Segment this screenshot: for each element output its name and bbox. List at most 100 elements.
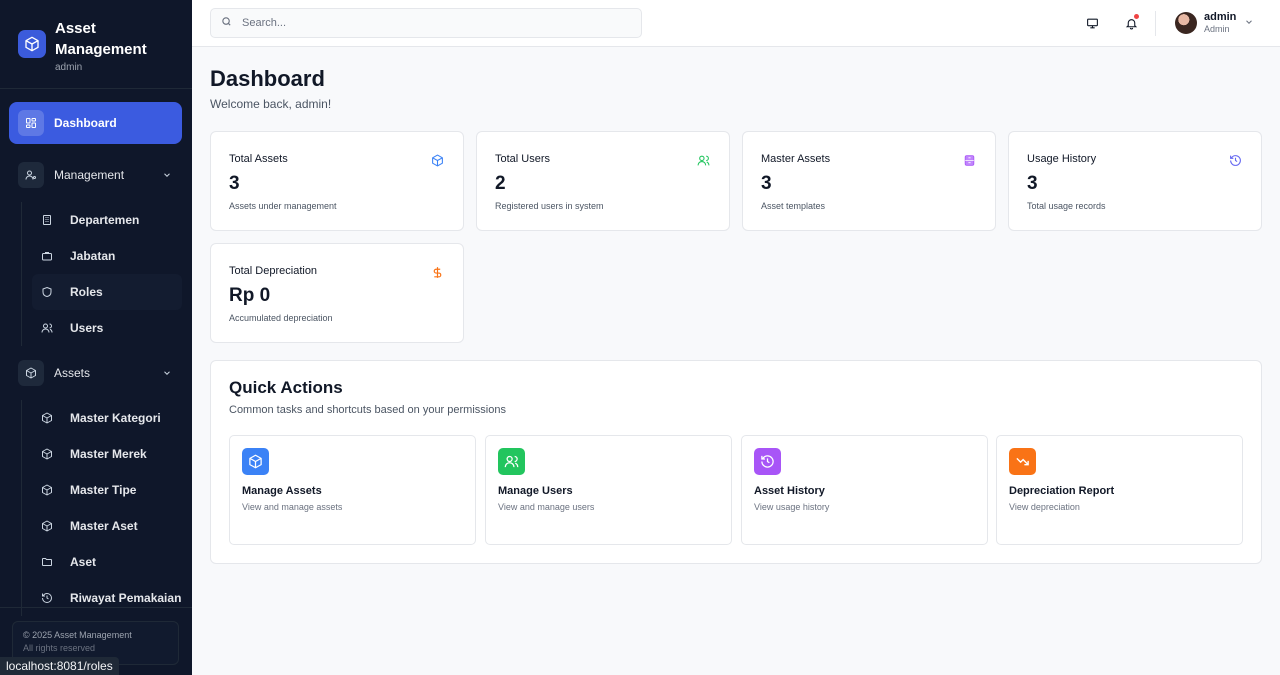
stat-value: 3 — [1027, 173, 1038, 194]
sidebar-item-dashboard[interactable]: Dashboard — [9, 102, 182, 144]
stat-label: Total Depreciation — [229, 265, 318, 277]
database-icon — [963, 154, 977, 168]
briefcase-icon — [38, 247, 56, 265]
quick-action-description: View and manage assets — [242, 502, 343, 512]
sidebar-item-label: Master Merek — [70, 447, 147, 461]
stat-value: 2 — [495, 173, 506, 194]
topbar: admin Admin — [192, 0, 1280, 47]
sidebar-item-label: Departemen — [70, 213, 140, 227]
dollar-icon — [431, 266, 445, 280]
sidebar-group-label: Assets — [54, 366, 91, 380]
sidebar-item-label: Aset — [70, 555, 97, 569]
history-icon — [38, 589, 56, 607]
sidebar-nav: Dashboard Management Departemen Jabatan … — [9, 102, 182, 622]
box-icon — [242, 448, 269, 475]
avatar — [1175, 11, 1197, 34]
stat-value: 3 — [761, 173, 772, 194]
user-name: admin — [1204, 11, 1237, 23]
folder-icon — [38, 553, 56, 571]
users-icon — [697, 154, 711, 168]
shield-icon — [38, 283, 56, 301]
box-icon — [38, 517, 56, 535]
sidebar-group-management[interactable]: Management — [9, 154, 182, 196]
management-submenu: Departemen Jabatan Roles Users — [21, 202, 182, 346]
stat-card-total-depreciation: Total Depreciation Rp 0 Accumulated depr… — [210, 243, 464, 343]
box-icon — [38, 481, 56, 499]
rights-text: All rights reserved — [23, 643, 96, 653]
notification-dot — [1134, 14, 1139, 19]
sidebar-item-label: Master Tipe — [70, 483, 137, 497]
assets-submenu: Master Kategori Master Merek Master Tipe… — [21, 400, 182, 616]
status-bar-url: localhost:8081/roles — [0, 657, 119, 675]
stat-description: Accumulated depreciation — [229, 313, 333, 323]
sidebar-item-master-merek[interactable]: Master Merek — [32, 436, 182, 472]
sidebar-group-label: Management — [54, 168, 125, 182]
bell-icon[interactable] — [1122, 14, 1140, 32]
brand-subtitle: admin — [55, 62, 83, 73]
quick-action-depreciation-report[interactable]: Depreciation Report View depreciation — [996, 435, 1243, 545]
sidebar-group-assets[interactable]: Assets — [9, 352, 182, 394]
sidebar-item-label: Jabatan — [70, 249, 116, 263]
quick-action-manage-assets[interactable]: Manage Assets View and manage assets — [229, 435, 476, 545]
page-subtitle: Welcome back, admin! — [210, 97, 332, 111]
chevron-down-icon — [162, 367, 172, 381]
history-icon — [754, 448, 781, 475]
stat-card-total-users: Total Users 2 Registered users in system — [476, 131, 730, 231]
sidebar-item-master-tipe[interactable]: Master Tipe — [32, 472, 182, 508]
sidebar-item-label: Dashboard — [54, 116, 117, 130]
quick-action-name: Depreciation Report — [1009, 485, 1115, 497]
sidebar-item-label: Master Kategori — [70, 411, 161, 425]
dashboard-icon — [18, 110, 44, 136]
history-icon — [1229, 154, 1243, 168]
monitor-icon[interactable] — [1083, 14, 1101, 32]
quick-actions-subtitle: Common tasks and shortcuts based on your… — [229, 404, 506, 416]
brand[interactable]: Asset Management admin — [0, 0, 192, 89]
stat-description: Total usage records — [1027, 201, 1106, 211]
stat-description: Assets under management — [229, 201, 337, 211]
box-icon — [38, 445, 56, 463]
quick-action-name: Asset History — [754, 485, 825, 497]
stat-card-master-assets: Master Assets 3 Asset templates — [742, 131, 996, 231]
sidebar-item-label: Master Aset — [70, 519, 138, 533]
quick-action-asset-history[interactable]: Asset History View usage history — [741, 435, 988, 545]
sidebar-item-master-aset[interactable]: Master Aset — [32, 508, 182, 544]
brand-title: Asset Management — [55, 20, 147, 58]
quick-actions-title: Quick Actions — [229, 378, 343, 397]
stat-label: Master Assets — [761, 153, 831, 165]
sidebar-item-jabatan[interactable]: Jabatan — [32, 238, 182, 274]
user-cog-icon — [18, 162, 44, 188]
search-icon — [221, 14, 232, 32]
stat-description: Registered users in system — [495, 201, 604, 211]
trending-down-icon — [1009, 448, 1036, 475]
search-input[interactable] — [242, 17, 622, 29]
sidebar-item-label: Roles — [70, 285, 103, 299]
chevron-down-icon — [1244, 14, 1254, 32]
box-logo-icon — [18, 30, 46, 58]
users-icon — [498, 448, 525, 475]
quick-action-manage-users[interactable]: Manage Users View and manage users — [485, 435, 732, 545]
sidebar-item-master-kategori[interactable]: Master Kategori — [32, 400, 182, 436]
stat-label: Usage History — [1027, 153, 1097, 165]
sidebar-item-departemen[interactable]: Departemen — [32, 202, 182, 238]
sidebar-item-label: Users — [70, 321, 104, 335]
page-title: Dashboard — [210, 66, 325, 91]
user-role: Admin — [1204, 24, 1230, 34]
quick-action-name: Manage Users — [498, 485, 573, 497]
search-box[interactable] — [210, 8, 642, 38]
box-icon — [38, 409, 56, 427]
sidebar-item-aset[interactable]: Aset — [32, 544, 182, 580]
quick-action-name: Manage Assets — [242, 485, 322, 497]
stat-label: Total Assets — [229, 153, 288, 165]
building-icon — [38, 211, 56, 229]
quick-action-description: View depreciation — [1009, 502, 1080, 512]
sidebar: Asset Management admin Dashboard Managem… — [0, 0, 192, 675]
sidebar-item-label: Riwayat Pemakaian — [70, 591, 182, 605]
sidebar-item-users[interactable]: Users — [32, 310, 182, 346]
sidebar-item-roles[interactable]: Roles — [32, 274, 182, 310]
user-menu[interactable]: admin Admin — [1175, 11, 1254, 34]
box-icon — [18, 360, 44, 386]
stat-value: Rp 0 — [229, 285, 271, 306]
stat-description: Asset templates — [761, 201, 826, 211]
chevron-down-icon — [162, 169, 172, 183]
stat-label: Total Users — [495, 153, 551, 165]
